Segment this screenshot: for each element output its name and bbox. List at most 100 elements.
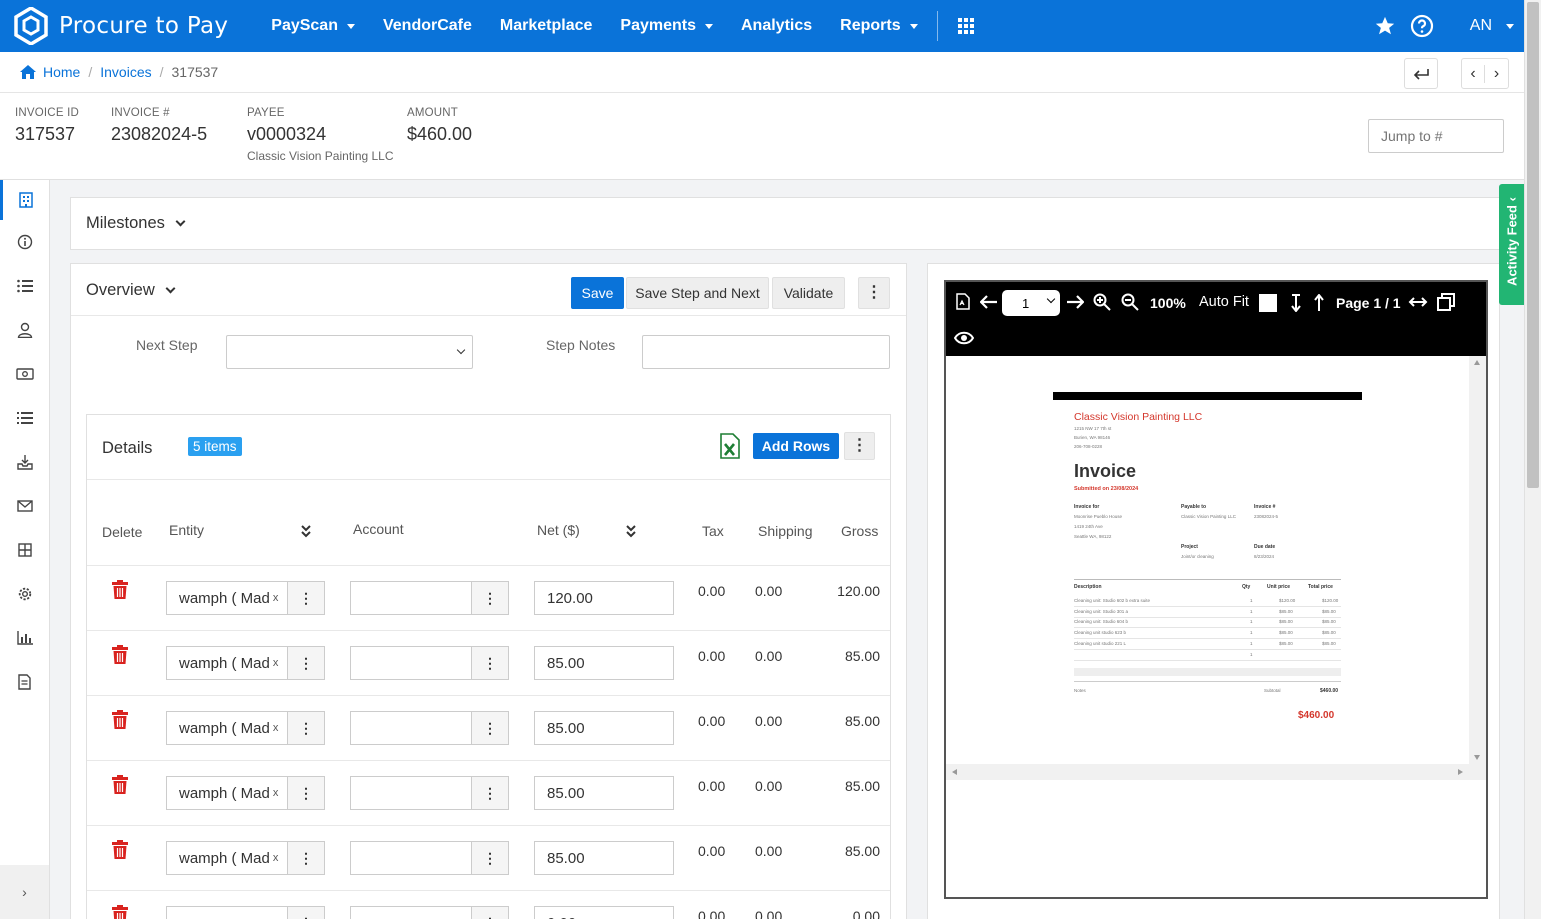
account-input[interactable] [350, 906, 472, 919]
back-button[interactable] [1404, 58, 1438, 89]
overview-more-button[interactable]: ⋮ [858, 277, 890, 309]
net-input[interactable]: 85.00 [534, 841, 674, 875]
sidebar-item-analytics[interactable] [0, 618, 49, 658]
scroll-right-icon[interactable] [1458, 769, 1463, 775]
arrow-down-end-icon[interactable] [1291, 294, 1301, 312]
next-step-select[interactable] [226, 335, 473, 369]
arrow-up-icon[interactable] [1314, 294, 1324, 312]
account-options-button[interactable]: ⋮ [471, 581, 509, 615]
entity-options-button[interactable]: ⋮ [287, 841, 325, 875]
nav-vendorcafe[interactable]: VendorCafe [383, 17, 472, 35]
trash-icon[interactable] [111, 840, 129, 860]
entity-options-button[interactable]: ⋮ [287, 776, 325, 810]
sidebar-item-grid[interactable] [0, 530, 49, 570]
entity-options-button[interactable]: ⋮ [287, 906, 325, 919]
clear-icon[interactable]: x [273, 787, 279, 799]
zoom-out-icon[interactable] [1121, 293, 1139, 311]
nav-reports[interactable]: Reports [840, 17, 918, 35]
save-step-next-button[interactable]: Save Step and Next [626, 277, 769, 309]
entity-options-button[interactable]: ⋮ [287, 646, 325, 680]
save-button[interactable]: Save [571, 277, 624, 309]
entity-input[interactable]: wamph ( Mad x [166, 646, 288, 680]
account-input[interactable] [350, 581, 472, 615]
entity-input[interactable]: wamph ( Mad x [166, 581, 288, 615]
nav-payscan[interactable]: PayScan [271, 17, 355, 35]
validate-button[interactable]: Validate [772, 277, 845, 309]
entity-input[interactable]: wamph ( Mad x [166, 776, 288, 810]
entity-input[interactable]: wamph ( Mad x [166, 711, 288, 745]
add-rows-button[interactable]: Add Rows [753, 433, 839, 459]
double-chevron-down-icon[interactable] [299, 524, 313, 538]
nav-marketplace[interactable]: Marketplace [500, 17, 593, 35]
fit-width-icon[interactable] [1408, 296, 1428, 308]
step-notes-input[interactable] [642, 335, 890, 369]
net-input[interactable]: 85.00 [534, 711, 674, 745]
account-input[interactable] [350, 841, 472, 875]
account-input[interactable] [350, 646, 472, 680]
entity-options-button[interactable]: ⋮ [287, 581, 325, 615]
clear-icon[interactable]: x [273, 592, 279, 604]
overview-toggle[interactable]: Overview [86, 281, 176, 300]
scroll-up-icon[interactable] [1474, 360, 1480, 365]
page-scrollbar-thumb[interactable] [1527, 2, 1539, 488]
net-input[interactable]: 85.00 [534, 776, 674, 810]
trash-icon[interactable] [111, 905, 129, 919]
account-options-button[interactable]: ⋮ [471, 841, 509, 875]
eye-icon[interactable] [954, 331, 974, 345]
sidebar-item-info[interactable] [0, 222, 49, 262]
clear-icon[interactable]: x [273, 852, 279, 864]
arrow-right-icon[interactable] [1066, 295, 1084, 309]
account-options-button[interactable]: ⋮ [471, 711, 509, 745]
net-input[interactable]: 0.00 [534, 906, 674, 919]
nav-analytics[interactable]: Analytics [741, 17, 812, 35]
breadcrumb-home[interactable]: Home [43, 64, 80, 80]
breadcrumb-invoices[interactable]: Invoices [100, 64, 151, 80]
sidebar-item-user[interactable] [0, 310, 49, 350]
app-logo[interactable]: Procure to Pay [14, 7, 228, 45]
clear-icon[interactable]: x [273, 722, 279, 734]
scroll-down-icon[interactable] [1474, 755, 1480, 760]
jump-to-input[interactable] [1368, 119, 1504, 153]
zoom-in-icon[interactable] [1093, 293, 1111, 311]
scroll-left-icon[interactable] [952, 769, 957, 775]
doc-vertical-scrollbar[interactable] [1469, 356, 1486, 764]
entity-input[interactable] [166, 906, 288, 919]
window-restore-icon[interactable] [1437, 293, 1455, 311]
trash-icon[interactable] [111, 580, 129, 600]
entity-input[interactable]: wamph ( Mad x [166, 841, 288, 875]
milestones-panel[interactable]: Milestones [70, 197, 1500, 250]
doc-horizontal-scrollbar[interactable] [946, 764, 1486, 780]
sidebar-item-document[interactable] [0, 662, 49, 702]
activity-feed-tab[interactable]: Activity Feed ‹ [1499, 184, 1524, 305]
help-icon[interactable] [1410, 14, 1434, 38]
sidebar-item-mail[interactable] [0, 486, 49, 526]
nav-payments[interactable]: Payments [620, 17, 713, 35]
clear-icon[interactable]: x [273, 657, 279, 669]
account-options-button[interactable]: ⋮ [471, 776, 509, 810]
trash-icon[interactable] [111, 645, 129, 665]
arrow-left-icon[interactable] [980, 295, 998, 309]
net-input[interactable]: 120.00 [534, 581, 674, 615]
account-options-button[interactable]: ⋮ [471, 646, 509, 680]
sidebar-expand-button[interactable]: › [0, 865, 49, 919]
trash-icon[interactable] [111, 710, 129, 730]
sidebar-item-payment[interactable] [0, 354, 49, 394]
double-chevron-down-icon[interactable] [624, 524, 638, 538]
account-options-button[interactable]: ⋮ [471, 906, 509, 919]
page-scrollbar[interactable] [1524, 0, 1541, 919]
prev-record-button[interactable]: ‹ [1462, 64, 1486, 83]
sidebar-item-line-items[interactable] [0, 398, 49, 438]
user-menu[interactable]: AN [1456, 17, 1514, 35]
entity-options-button[interactable]: ⋮ [287, 711, 325, 745]
sidebar-item-building[interactable] [0, 180, 49, 220]
net-input[interactable]: 85.00 [534, 646, 674, 680]
account-input[interactable] [350, 776, 472, 810]
trash-icon[interactable] [111, 775, 129, 795]
sidebar-item-inbox[interactable] [0, 442, 49, 482]
sidebar-item-settings[interactable] [0, 574, 49, 614]
auto-fit-checkbox[interactable] [1259, 294, 1277, 312]
sidebar-item-list[interactable] [0, 266, 49, 306]
excel-export-icon[interactable] [720, 433, 740, 459]
pdf-file-icon[interactable] [956, 293, 970, 310]
next-record-button[interactable]: › [1485, 65, 1508, 83]
